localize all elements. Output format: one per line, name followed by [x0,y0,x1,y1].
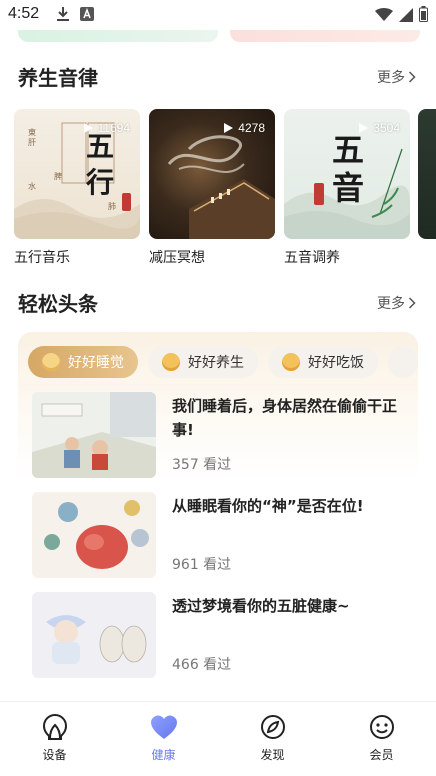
status-time: 4:52 [8,5,40,22]
text-app-icon [80,6,94,26]
top-feature-cards [0,30,436,42]
article-views: 357 看过 [172,457,232,473]
nav-health[interactable]: 健康 [109,702,218,776]
music-thumbnail: 五音 3504 [284,109,410,239]
article-title: 透过梦境看你的五脏健康~ [172,597,350,615]
play-icon [83,123,93,133]
nav-device[interactable]: 设备 [0,702,109,776]
music-art-text: 五音 [332,131,365,207]
smiley-icon [367,712,397,742]
article-title: 我们睡着后，身体居然在偷偷干正事! [172,397,398,439]
music-thumbnail [418,109,436,239]
news-tabs: 好好睡觉 好好养生 好好吃饭 [28,346,418,378]
music-section-title: 养生音律 [18,66,98,90]
device-icon [40,712,70,742]
chevron-right-icon [408,297,416,309]
article-views: 466 看过 [172,657,232,673]
music-item[interactable]: 東 肝 脾 水 肺 五行 11694 五行音乐 [14,109,140,267]
music-label: 减压冥想 [149,250,205,266]
svg-text:肺: 肺 [108,202,116,211]
play-count: 4278 [224,121,265,135]
tab-more[interactable] [388,346,418,378]
music-item[interactable]: 4278 减压冥想 [149,109,275,267]
feature-card[interactable] [18,30,218,42]
article-thumbnail [32,592,156,678]
nav-label: 发现 [260,748,285,762]
more-label: 更多 [377,296,405,312]
svg-text:脾: 脾 [54,171,62,181]
news-more-link[interactable]: 更多 [377,293,416,313]
news-section-title: 轻松头条 [18,292,98,316]
music-thumbnail: 4278 [149,109,275,239]
coin-icon [42,353,60,371]
signal-icon [399,7,413,26]
compass-icon [258,712,288,742]
nav-label: 设备 [42,748,67,762]
play-count: 3504 [359,121,400,135]
nav-member[interactable]: 会员 [327,702,436,776]
wifi-icon [375,7,393,26]
article-title: 从睡眠看你的“神”是否在位! [172,497,364,515]
download-icon [56,6,70,26]
tab-sleep[interactable]: 好好睡觉 [28,346,138,378]
coin-icon [282,353,300,371]
battery-icon [419,6,428,26]
music-label: 五行音乐 [14,250,70,266]
play-icon [224,123,234,133]
article-thumbnail [32,392,156,478]
news-article[interactable]: 透过梦境看你的五脏健康~ 466 看过 [32,592,412,680]
svg-text:東: 東 [28,127,36,137]
tab-eating[interactable]: 好好吃饭 [268,346,378,378]
feature-card[interactable] [230,30,420,42]
music-item[interactable]: 五音 3504 五音调养 [284,109,410,267]
heart-icon [149,712,179,742]
svg-text:肝: 肝 [28,138,36,147]
nav-label: 会员 [369,748,394,762]
music-item[interactable] [418,109,436,239]
svg-text:水: 水 [28,181,36,191]
status-bar: 4:52 [0,0,436,30]
news-article[interactable]: 从睡眠看你的“神”是否在位! 961 看过 [32,492,412,580]
news-panel: 好好睡觉 好好养生 好好吃饭 我们睡着后，身体居然在偷偷干正事! 357 看过 … [18,332,418,702]
nav-discover[interactable]: 发现 [218,702,327,776]
chevron-right-icon [408,71,416,83]
nav-label: 健康 [151,748,176,762]
music-thumbnail: 東 肝 脾 水 肺 五行 11694 [14,109,140,239]
article-thumbnail [32,492,156,578]
news-article[interactable]: 我们睡着后，身体居然在偷偷干正事! 357 看过 [32,392,412,480]
music-list: 東 肝 脾 水 肺 五行 11694 五行音乐 4278 减压冥想 五音 350… [14,109,436,269]
tab-wellness[interactable]: 好好养生 [148,346,258,378]
coin-icon [162,353,180,371]
bottom-nav: 设备 健康 发现 会员 [0,701,436,776]
article-views: 961 看过 [172,557,232,573]
music-more-link[interactable]: 更多 [377,67,416,87]
more-label: 更多 [377,70,405,86]
play-icon [359,123,369,133]
music-art-text: 五行 [86,130,115,199]
music-label: 五音调养 [284,250,340,266]
play-count: 11694 [83,121,130,135]
